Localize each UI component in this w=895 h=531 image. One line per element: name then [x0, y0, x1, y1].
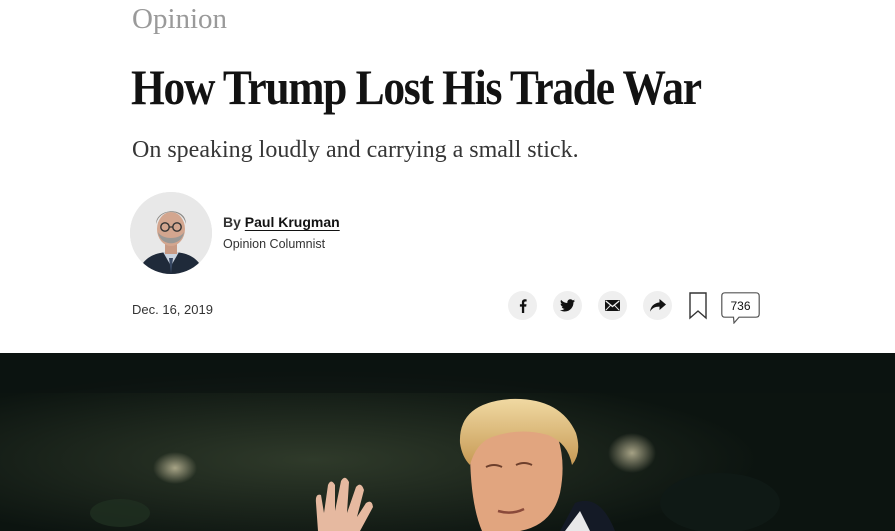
email-share-button[interactable] [598, 291, 627, 320]
author-link[interactable]: Paul Krugman [245, 214, 340, 230]
author-role: Opinion Columnist [223, 237, 326, 251]
hero-image [0, 353, 895, 531]
email-icon [605, 300, 620, 311]
article-summary: On speaking loudly and carrying a small … [132, 137, 579, 163]
author-portrait-icon [130, 192, 212, 274]
facebook-share-button[interactable] [508, 291, 537, 320]
publish-date: Dec. 16, 2019 [132, 302, 213, 317]
share-arrow-icon [649, 299, 666, 312]
author-avatar[interactable] [130, 192, 212, 274]
section-label[interactable]: Opinion [132, 2, 227, 36]
byline-prefix: By [223, 214, 241, 230]
twitter-icon [560, 299, 575, 312]
comments-button[interactable]: 736 [721, 292, 760, 324]
headline: How Trump Lost His Trade War [131, 59, 702, 115]
bookmark-icon [689, 292, 707, 320]
byline: By Paul Krugman [223, 214, 340, 230]
hero-photo [0, 353, 895, 531]
more-share-button[interactable] [643, 291, 672, 320]
twitter-share-button[interactable] [553, 291, 582, 320]
facebook-icon [519, 298, 527, 313]
save-article-button[interactable] [688, 292, 708, 320]
comment-count: 736 [730, 299, 751, 313]
